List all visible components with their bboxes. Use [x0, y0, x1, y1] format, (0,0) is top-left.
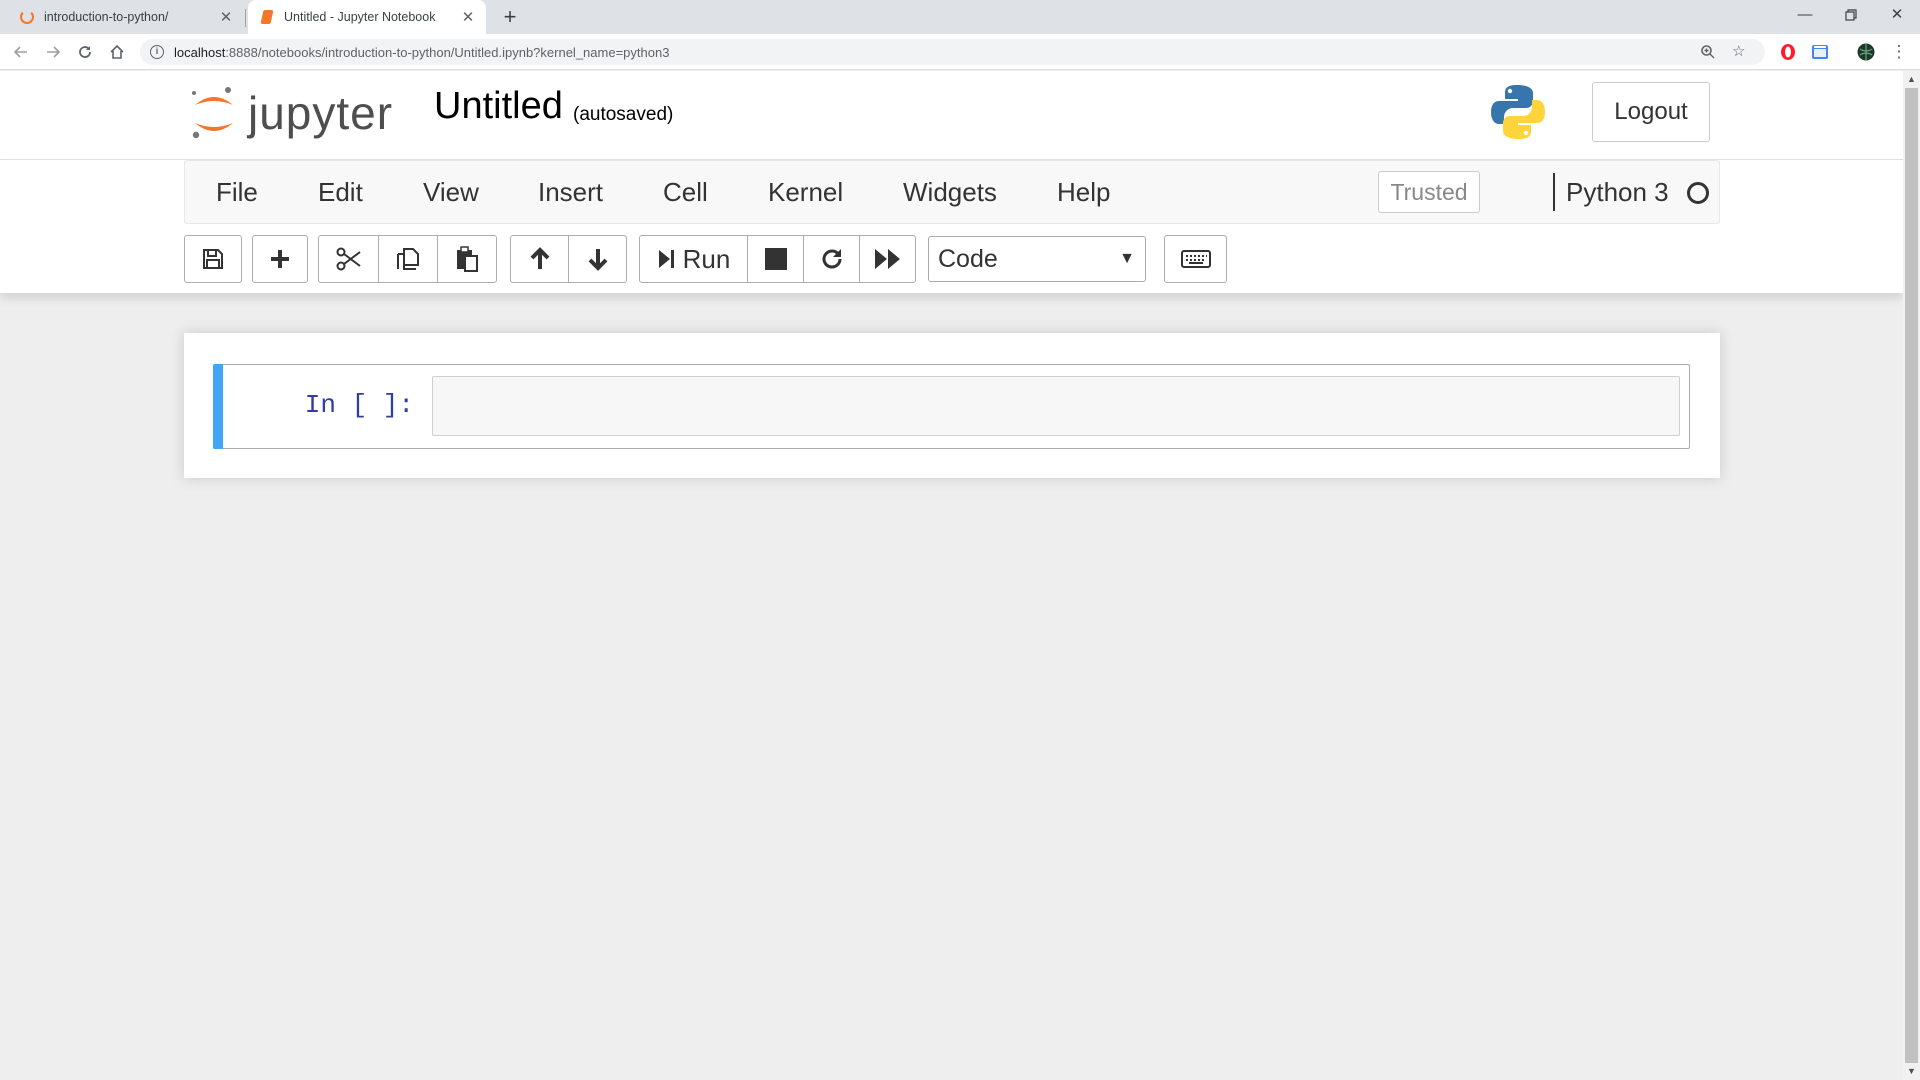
reload-icon[interactable]: [72, 39, 98, 65]
extension-icon[interactable]: [1811, 43, 1829, 61]
tab-title: introduction-to-python/: [44, 10, 169, 24]
fast-forward-icon: [874, 249, 900, 269]
restart-run-all-button[interactable]: [859, 235, 916, 283]
address-bar[interactable]: i localhost:8888/notebooks/introduction-…: [140, 39, 1765, 65]
stop-icon: [764, 248, 787, 270]
notebook-name[interactable]: Untitled: [434, 85, 563, 128]
menu-help[interactable]: Help: [1057, 177, 1110, 208]
toolbar-clipboard-group: [318, 235, 497, 283]
toolbar-shortcuts-group: [1164, 235, 1227, 283]
opera-extension-icon[interactable]: [1779, 43, 1797, 61]
scroll-up-icon[interactable]: ▲: [1903, 71, 1920, 88]
copy-button[interactable]: [378, 235, 438, 283]
browser-tab-directory[interactable]: introduction-to-python/ ✕: [12, 0, 244, 34]
browser-tabstrip: introduction-to-python/ ✕ Untitled - Jup…: [0, 0, 1920, 34]
tab-title: Untitled - Jupyter Notebook: [284, 10, 436, 24]
scrollbar-thumb[interactable]: [1905, 88, 1918, 1063]
arrow-down-icon: [588, 249, 607, 271]
insert-cell-button[interactable]: [252, 235, 308, 283]
menu-cell[interactable]: Cell: [663, 177, 708, 208]
save-button[interactable]: [184, 235, 242, 283]
close-icon[interactable]: ✕: [460, 8, 476, 26]
zoom-icon[interactable]: [1700, 39, 1716, 65]
restart-icon: [822, 249, 841, 269]
toolbar-insert-group: [252, 235, 308, 283]
toolbar-save-group: [184, 235, 242, 283]
browser-toolbar: i localhost:8888/notebooks/introduction-…: [0, 34, 1920, 70]
back-icon[interactable]: [8, 39, 34, 65]
step-forward-icon: [658, 250, 674, 268]
close-icon[interactable]: ✕: [218, 8, 234, 26]
save-icon: [203, 249, 223, 269]
cell-type-select[interactable]: Code ▼: [928, 236, 1146, 282]
notebook-header: jupyter Untitled (autosaved) Logout: [0, 71, 1903, 160]
close-window-icon[interactable]: ✕: [1874, 0, 1920, 30]
browser-menu-icon[interactable]: ⋮: [1886, 39, 1912, 65]
dropdown-caret-icon: ▼: [1119, 250, 1135, 267]
menu-kernel[interactable]: Kernel: [768, 177, 843, 208]
menubar: File Edit View Insert Cell Kernel Widget…: [184, 160, 1720, 224]
menu-edit[interactable]: Edit: [318, 177, 363, 208]
jupyter-logo-icon: [190, 85, 238, 141]
menu-insert[interactable]: Insert: [538, 177, 603, 208]
logout-button[interactable]: Logout: [1592, 82, 1710, 142]
menu-file[interactable]: File: [216, 177, 258, 208]
arrow-up-icon: [530, 247, 549, 269]
move-up-button[interactable]: [510, 235, 569, 283]
copy-icon: [397, 248, 419, 270]
paste-button[interactable]: [437, 235, 497, 283]
scissors-icon: [336, 247, 361, 271]
plus-icon: [271, 250, 289, 268]
code-editor[interactable]: [432, 376, 1680, 436]
paste-icon: [457, 246, 478, 272]
toolbar-run-group: Run: [639, 235, 916, 283]
python-logo-icon: [1490, 83, 1546, 141]
page-scrollbar[interactable]: ▲ ▼: [1903, 71, 1920, 1080]
scroll-down-icon[interactable]: ▼: [1903, 1063, 1920, 1080]
kernel-idle-indicator-icon: [1687, 182, 1709, 204]
url-path: :8888/notebooks/introduction-to-python/U…: [225, 44, 670, 60]
kernel-name: Python 3: [1566, 177, 1669, 207]
command-palette-button[interactable]: [1164, 235, 1227, 283]
jupyter-favicon-icon: [20, 10, 34, 24]
notebook-container: In [ ]:: [184, 333, 1720, 478]
notebook-favicon-icon: [260, 10, 274, 24]
menu-widgets[interactable]: Widgets: [903, 177, 997, 208]
input-prompt: In [ ]:: [304, 390, 414, 420]
run-button[interactable]: Run: [639, 235, 748, 283]
bookmark-star-icon[interactable]: ☆: [1732, 39, 1745, 65]
home-icon[interactable]: [104, 39, 130, 65]
run-label: Run: [682, 243, 731, 274]
trusted-indicator[interactable]: Trusted: [1378, 171, 1480, 213]
new-tab-icon[interactable]: +: [496, 3, 524, 31]
code-cell[interactable]: In [ ]:: [213, 364, 1690, 449]
restart-kernel-button[interactable]: [803, 235, 860, 283]
interrupt-kernel-button[interactable]: [747, 235, 804, 283]
cut-button[interactable]: [318, 235, 379, 283]
move-down-button[interactable]: [568, 235, 627, 283]
autosave-status: (autosaved): [573, 104, 674, 125]
minimize-icon[interactable]: —: [1782, 0, 1828, 30]
keyboard-icon: [1180, 250, 1211, 268]
profile-avatar[interactable]: [1857, 43, 1875, 61]
url-host: localhost: [174, 44, 226, 60]
toolbar-move-group: [510, 235, 627, 283]
site-info-icon[interactable]: i: [150, 45, 164, 59]
browser-tab-notebook[interactable]: Untitled - Jupyter Notebook ✕: [248, 0, 486, 34]
forward-icon[interactable]: [40, 39, 66, 65]
menu-view[interactable]: View: [423, 177, 479, 208]
restore-icon[interactable]: [1828, 0, 1874, 30]
jupyter-logo[interactable]: jupyter: [190, 83, 393, 143]
cell-selection-bar: [213, 364, 223, 449]
tab-divider: [245, 9, 246, 27]
kernel-divider: [1553, 173, 1555, 211]
cell-type-value: Code: [938, 245, 998, 273]
jupyter-wordmark: jupyter: [248, 87, 394, 139]
